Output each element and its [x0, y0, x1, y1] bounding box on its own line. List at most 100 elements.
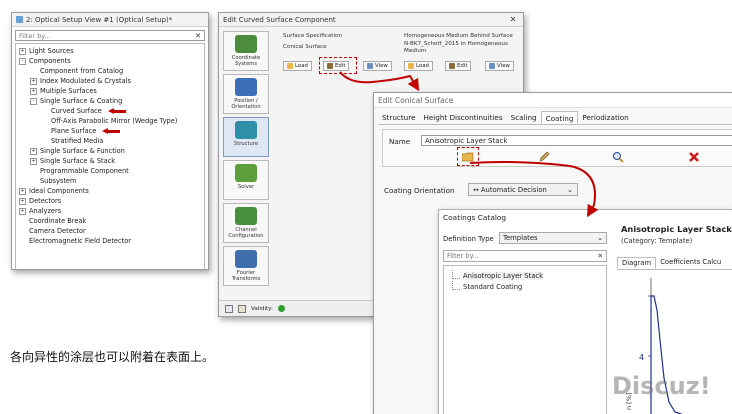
tab[interactable]: Coating [540, 111, 579, 124]
sidebar-item[interactable]: Fourier Transforms [223, 246, 269, 286]
tree-item[interactable]: + Single Surface & Function [19, 146, 201, 156]
expand-icon[interactable]: + [30, 77, 37, 85]
sidebar-item[interactable]: Solver [223, 160, 269, 200]
catalog-item[interactable]: Standard Coating [452, 281, 598, 292]
delete-icon [689, 151, 699, 162]
conical-window-titlebar: Edit Conical Surface [374, 93, 732, 108]
preview-tab[interactable]: Diagram [617, 257, 657, 269]
tree-item[interactable]: Electromagnetic Field Detector [19, 236, 201, 246]
definition-type-select[interactable]: Templates ⌄ [499, 232, 607, 244]
medium-view-button[interactable]: View [485, 61, 514, 71]
tree-item[interactable]: + Light Sources [19, 46, 201, 56]
surface-view-button[interactable]: View [363, 61, 392, 71]
edit-conical-surface-window: Edit Conical Surface Structure Height Dis… [373, 92, 732, 414]
coordinate-systems-icon [235, 35, 257, 53]
tree-item-label: Electromagnetic Field Detector [29, 237, 131, 245]
tree-window-title: 2: Optical Setup View #1 (Optical Setup)… [26, 15, 173, 24]
tree-filter-input[interactable]: Filter by... ✕ [15, 30, 205, 41]
tree-item[interactable]: Component from Catalog [19, 66, 201, 76]
tree-item-label: Off-Axis Parabolic Mirror (Wedge Type) [51, 117, 178, 125]
expand-icon[interactable]: + [30, 157, 37, 165]
sidebar-item[interactable]: Position / Orientation [223, 74, 269, 114]
sidebar-item[interactable]: Structure [223, 117, 269, 157]
preview-tab[interactable]: Coefficients Calcu [656, 257, 725, 269]
caption-text: 各向异性的涂层也可以附着在表面上。 [10, 350, 215, 364]
tree-item[interactable]: Curved Surface [19, 106, 201, 116]
tree-item[interactable]: + Detectors [19, 196, 201, 206]
folder-icon [408, 63, 414, 69]
sidebar-item-label: Solver [237, 184, 255, 190]
surface-view-label: View [375, 63, 388, 69]
coating-orientation-label: Coating Orientation [384, 186, 455, 195]
collapse-icon[interactable]: - [19, 57, 26, 65]
surface-load-button[interactable]: Load [283, 61, 312, 71]
tab[interactable]: Scaling [507, 111, 541, 124]
catalog-item[interactable]: Anisotropic Layer Stack [452, 270, 598, 281]
tree-item-label: Stratified Media [51, 137, 104, 145]
coating-edit-button[interactable] [537, 150, 551, 163]
properties-icon[interactable] [238, 304, 246, 313]
component-sidebar: Coordinate Systems Position / Orientation… [223, 31, 269, 301]
chevron-down-icon: ⌄ [597, 234, 603, 242]
tree-item[interactable]: Stratified Media [19, 136, 201, 146]
catalog-tree: Anisotropic Layer Stack Standard Coating [443, 265, 607, 414]
collapse-icon[interactable]: - [30, 97, 37, 105]
medium-edit-label: Edit [457, 63, 468, 69]
tree-item[interactable]: Off-Axis Parabolic Mirror (Wedge Type) [19, 116, 201, 126]
tab[interactable]: Structure [378, 111, 419, 124]
expand-icon[interactable]: + [30, 147, 37, 155]
coating-name-field[interactable]: Anisotropic Layer Stack [421, 135, 732, 146]
expand-icon[interactable]: + [30, 87, 37, 95]
structure-icon [235, 121, 257, 139]
tree-item[interactable]: Programmable Component [19, 166, 201, 176]
catalog-filter-input[interactable]: Filter by... ✕ [443, 250, 607, 262]
tree-item[interactable]: + Index Modulated & Crystals [19, 76, 201, 86]
sidebar-item[interactable]: Channel Configuration [223, 203, 269, 243]
coating-view-button[interactable] [611, 150, 625, 163]
sidebar-item-label: Structure [233, 141, 259, 147]
clear-filter-icon[interactable]: ✕ [195, 32, 201, 40]
coating-delete-button[interactable] [687, 150, 701, 163]
medium-view-label: View [497, 63, 510, 69]
clear-filter-icon[interactable]: ✕ [597, 251, 603, 262]
tree-item-label: Components [29, 57, 71, 65]
close-window-icon[interactable]: ✕ [507, 15, 519, 25]
definition-type-value: Templates [503, 234, 538, 242]
tree-item-label: Component from Catalog [40, 67, 124, 75]
medium-edit-button[interactable]: Edit [445, 61, 472, 71]
tree-item[interactable]: + Single Surface & Stack [19, 156, 201, 166]
tree-item[interactable]: Plane Surface [19, 126, 201, 136]
app-icon [16, 16, 23, 23]
expand-icon[interactable]: + [19, 47, 26, 55]
tree-item[interactable]: Camera Detector [19, 226, 201, 236]
sidebar-item[interactable]: Coordinate Systems [223, 31, 269, 71]
edit-highlight-box [319, 57, 357, 74]
expand-icon[interactable]: + [19, 197, 26, 205]
preview-category: (Category: Template) [621, 237, 693, 245]
tab[interactable]: Periodization [578, 111, 632, 124]
tree-item[interactable]: + Ideal Components [19, 186, 201, 196]
tree-item[interactable]: + Multiple Surfaces [19, 86, 201, 96]
sidebar-item-label: Coordinate Systems [231, 55, 261, 67]
tree-item[interactable]: Subsystem [19, 176, 201, 186]
chevron-down-icon: ⌄ [567, 186, 573, 194]
tree-item-label: Light Sources [29, 47, 74, 55]
sidebar-item-label: Channel Configuration [228, 227, 264, 239]
tab[interactable]: Height Discontinuities [419, 111, 506, 124]
tree-item[interactable]: - Single Surface & Coating [19, 96, 201, 106]
sidebar-item-label: Fourier Transforms [231, 270, 261, 282]
expand-icon[interactable]: + [19, 187, 26, 195]
preview-title: Anisotropic Layer Stack [621, 224, 732, 234]
save-icon[interactable] [225, 304, 233, 313]
tree-item[interactable]: Coordinate Break [19, 216, 201, 226]
definition-type-label: Definition Type [443, 235, 494, 243]
tree-item[interactable]: + Analyzers [19, 206, 201, 216]
medium-load-button[interactable]: Load [404, 61, 433, 71]
fourier-transforms-icon [235, 250, 257, 268]
curved-window-title: Edit Curved Surface Component [223, 15, 336, 24]
coating-orientation-select[interactable]: ↔ Automatic Decision ⌄ [468, 183, 578, 196]
watermark: Discuz! [612, 372, 711, 400]
tree-item[interactable]: - Components [19, 56, 201, 66]
catalog-title: Coatings Catalog [443, 213, 507, 222]
expand-icon[interactable]: + [19, 207, 26, 215]
